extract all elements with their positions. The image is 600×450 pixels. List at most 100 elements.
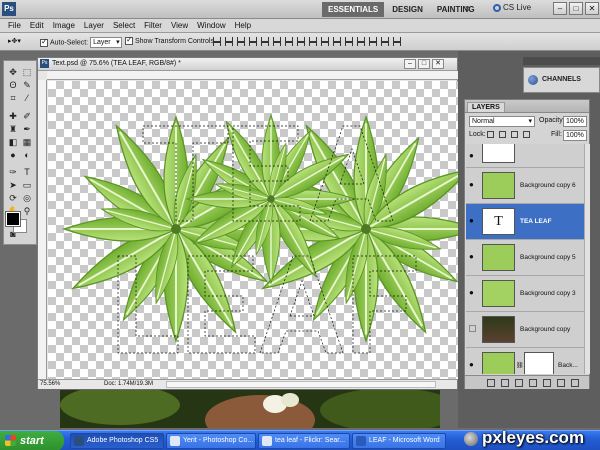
layer-mask-thumbnail[interactable] xyxy=(524,352,554,374)
quick-select-tool-icon[interactable]: ✎ xyxy=(21,80,33,91)
align-icon[interactable] xyxy=(261,37,269,46)
visibility-eye-icon[interactable]: ● xyxy=(469,361,477,369)
auto-select-dropdown[interactable]: Layer xyxy=(90,37,122,48)
doc-close-button[interactable]: ✕ xyxy=(432,59,444,69)
layer-row[interactable]: ● xyxy=(466,144,590,168)
menu-layer[interactable]: Layer xyxy=(84,20,104,32)
workspace-design[interactable]: DESIGN xyxy=(386,2,429,17)
distribute-icon[interactable] xyxy=(321,37,329,46)
doc-maximize-button[interactable]: □ xyxy=(418,59,430,69)
lock-pixels-icon[interactable] xyxy=(499,131,506,138)
layers-tab[interactable]: LAYERS xyxy=(467,102,505,112)
history-brush-tool-icon[interactable]: ✒ xyxy=(21,124,33,135)
trash-icon[interactable] xyxy=(571,378,579,387)
layers-scrollbar[interactable] xyxy=(584,144,590,374)
more-workspaces-button[interactable]: » xyxy=(465,3,471,14)
lock-transparency-icon[interactable] xyxy=(487,131,494,138)
lock-all-icon[interactable] xyxy=(523,131,530,138)
3d-camera-tool-icon[interactable]: ◎ xyxy=(21,193,33,204)
doc-minimize-button[interactable]: – xyxy=(404,59,416,69)
transform-controls-checkbox[interactable] xyxy=(125,35,133,46)
foreground-color-swatch[interactable] xyxy=(5,211,21,227)
start-button[interactable]: start xyxy=(0,431,64,450)
move-tool-icon[interactable]: ▸✥▾ xyxy=(8,37,21,47)
lasso-tool-icon[interactable]: ʘ xyxy=(7,80,19,91)
workspace-essentials[interactable]: ESSENTIALS xyxy=(322,2,385,17)
menu-edit[interactable]: Edit xyxy=(30,20,44,32)
layer-row[interactable]: ● Background copy 5 xyxy=(466,240,590,276)
type-tool-icon[interactable]: T xyxy=(21,167,33,178)
distribute-icon[interactable] xyxy=(309,37,317,46)
move-tool-icon[interactable]: ✥ xyxy=(7,67,19,78)
healing-brush-tool-icon[interactable]: ✚ xyxy=(7,111,19,122)
zoom-level[interactable]: 75.56% xyxy=(40,380,60,389)
link-layers-icon[interactable] xyxy=(487,378,495,387)
menu-file[interactable]: File xyxy=(8,20,21,32)
visibility-eye-icon[interactable]: ● xyxy=(469,152,477,160)
eyedropper-tool-icon[interactable]: ⁄ xyxy=(21,93,33,104)
path-select-tool-icon[interactable]: ➤ xyxy=(7,180,19,191)
panel-collapse-bar[interactable] xyxy=(523,57,600,65)
layer-style-icon[interactable] xyxy=(501,378,509,387)
visibility-eye-icon[interactable]: ● xyxy=(469,289,477,297)
visibility-eye-icon[interactable]: ● xyxy=(469,181,477,189)
align-icon[interactable] xyxy=(237,37,245,46)
distribute-icon[interactable] xyxy=(381,37,389,46)
auto-select-checkbox[interactable] xyxy=(40,37,48,47)
layer-row[interactable]: ● Background copy xyxy=(466,312,590,348)
menu-filter[interactable]: Filter xyxy=(144,20,162,32)
marquee-tool-icon[interactable]: ⬚ xyxy=(21,67,33,78)
pen-tool-icon[interactable]: ✑ xyxy=(7,167,19,178)
maximize-button[interactable]: □ xyxy=(569,2,583,15)
menu-window[interactable]: Window xyxy=(197,20,225,32)
document-size-info[interactable]: Doc: 1.74M/19.3M xyxy=(104,380,153,389)
brush-tool-icon[interactable]: ✐ xyxy=(21,111,33,122)
distribute-icon[interactable] xyxy=(357,37,365,46)
horizontal-scrollbar[interactable] xyxy=(166,381,436,388)
distribute-icon[interactable] xyxy=(285,37,293,46)
channels-panel-tab[interactable]: CHANNELS xyxy=(523,67,600,93)
layer-row-selected[interactable]: ● T TEA LEAF xyxy=(466,204,590,240)
distribute-icon[interactable] xyxy=(297,37,305,46)
align-icon[interactable] xyxy=(225,37,233,46)
add-mask-icon[interactable] xyxy=(515,378,523,387)
auto-select-option[interactable]: Auto-Select: Layer xyxy=(40,37,122,48)
opacity-input[interactable]: 100% xyxy=(563,116,587,127)
zoom-tool-icon[interactable]: ⚲ xyxy=(21,206,33,217)
blur-tool-icon[interactable]: ● xyxy=(7,150,19,161)
layer-row[interactable]: ● Background copy 3 xyxy=(466,276,590,312)
align-icon[interactable] xyxy=(273,37,281,46)
lock-position-icon[interactable] xyxy=(511,131,518,138)
minimize-button[interactable]: – xyxy=(553,2,567,15)
distribute-icon[interactable] xyxy=(333,37,341,46)
gradient-tool-icon[interactable]: ▦ xyxy=(21,137,33,148)
taskbar-item-photoshop[interactable]: Adobe Photoshop CS5 xyxy=(70,433,164,449)
taskbar-item-browser-2[interactable]: tea leaf - Flickr: Sear... xyxy=(258,433,350,449)
align-icon[interactable] xyxy=(213,37,221,46)
visibility-eye-icon[interactable]: ● xyxy=(469,325,476,332)
new-group-icon[interactable] xyxy=(543,378,551,387)
shape-tool-icon[interactable]: ▭ xyxy=(21,180,33,191)
canvas[interactable] xyxy=(48,81,458,379)
taskbar-item-browser-1[interactable]: Yerit - Photoshop Co... xyxy=(166,433,256,449)
taskbar-item-word[interactable]: LEAF - Microsoft Word xyxy=(352,433,446,449)
workspace-painting[interactable]: PAINTING xyxy=(431,2,481,17)
visibility-eye-icon[interactable]: ● xyxy=(469,253,477,261)
cs-live-button[interactable]: CS Live xyxy=(493,3,531,12)
new-layer-icon[interactable] xyxy=(557,378,565,387)
distribute-icon[interactable] xyxy=(345,37,353,46)
distribute-icon[interactable] xyxy=(369,37,377,46)
fill-input[interactable]: 100% xyxy=(563,130,587,141)
eraser-tool-icon[interactable]: ◧ xyxy=(7,137,19,148)
menu-view[interactable]: View xyxy=(171,20,188,32)
menu-help[interactable]: Help xyxy=(235,20,251,32)
layer-row[interactable]: ● Background copy 6 xyxy=(466,168,590,204)
close-button[interactable]: ✕ xyxy=(585,2,599,15)
align-icon[interactable] xyxy=(249,37,257,46)
adjustment-layer-icon[interactable] xyxy=(529,378,537,387)
menu-image[interactable]: Image xyxy=(53,20,75,32)
document-tab[interactable]: Ps Text.psd @ 75.6% (TEA LEAF, RGB/8#) * … xyxy=(38,58,457,71)
transform-controls-option[interactable]: Show Transform Controls xyxy=(125,35,214,47)
blend-mode-dropdown[interactable]: Normal xyxy=(469,116,535,127)
visibility-eye-icon[interactable]: ● xyxy=(469,217,477,225)
